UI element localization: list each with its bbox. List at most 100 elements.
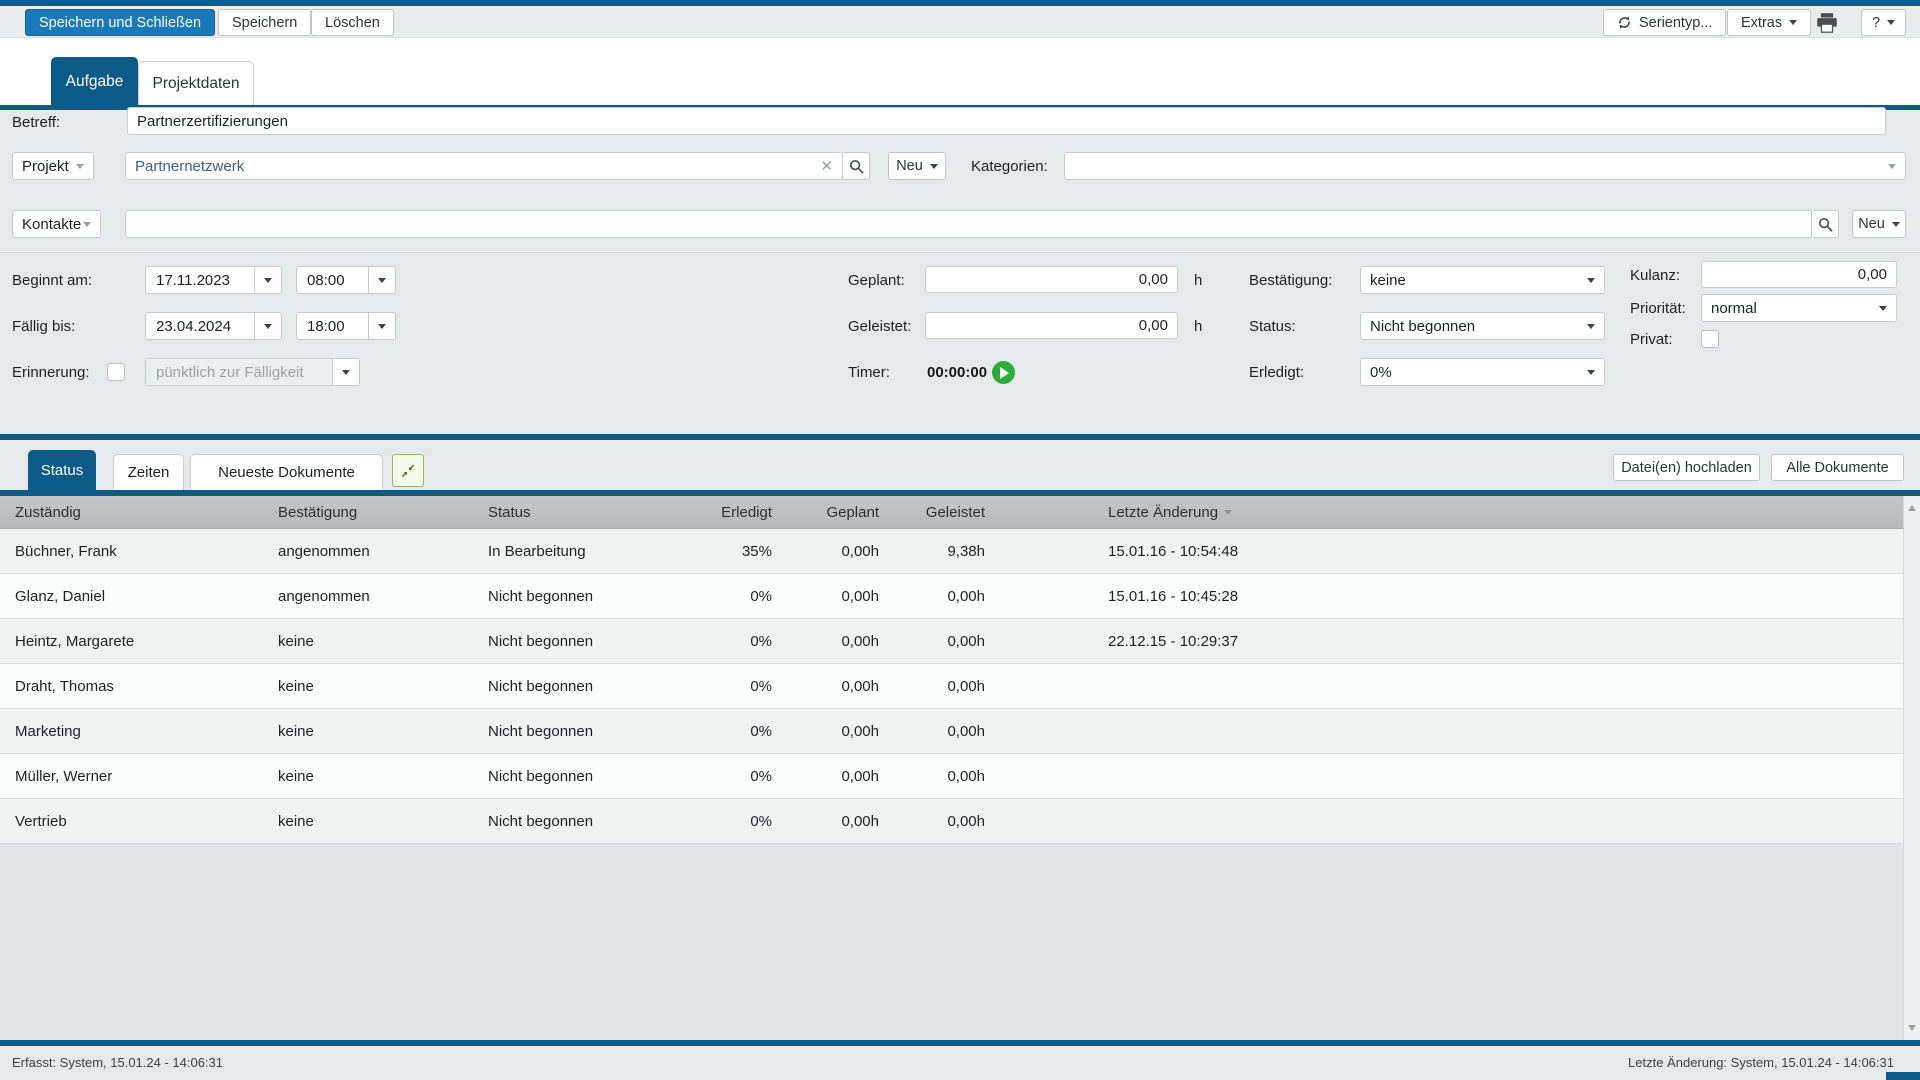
timer-label: Timer: [848, 364, 890, 381]
all-documents-button[interactable]: Alle Dokumente [1771, 454, 1904, 481]
table-row[interactable]: Glanz, Daniel angenommen Nicht begonnen … [0, 574, 1903, 619]
cell-letzte-aenderung: 15.01.16 - 10:54:48 [985, 543, 1903, 560]
column-header-status[interactable]: Status [488, 504, 673, 521]
status-select[interactable]: Nicht begonnen [1360, 312, 1605, 340]
last-modified-info: Letzte Änderung: System, 15.01.24 - 14:0… [1628, 1055, 1894, 1070]
chevron-down-icon [83, 222, 91, 227]
kulanz-input[interactable] [1702, 262, 1896, 287]
cell-geleistet: 0,00h [879, 633, 985, 650]
kontakte-type-label: Kontakte [22, 216, 81, 233]
serientyp-button[interactable]: Serientyp... [1603, 9, 1726, 36]
column-header-letzte-aenderung[interactable]: Letzte Änderung [985, 504, 1903, 521]
save-close-button[interactable]: Speichern und Schließen [25, 9, 215, 36]
projekt-search-button[interactable] [842, 152, 870, 180]
column-header-geplant[interactable]: Geplant [772, 504, 879, 521]
privat-checkbox[interactable] [1701, 330, 1719, 348]
cell-geplant: 0,00h [772, 678, 879, 695]
divider [0, 252, 1920, 253]
projekt-type-select[interactable]: Projekt [12, 152, 94, 180]
beginnt-date-value: 17.11.2023 [146, 267, 254, 293]
subtab-neueste-dokumente[interactable]: Neueste Dokumente [190, 454, 383, 490]
faellig-date-field[interactable]: 23.04.2024 [145, 312, 282, 340]
cell-geleistet: 0,00h [879, 723, 985, 740]
sort-descending-icon [1224, 510, 1232, 515]
help-label: ? [1872, 15, 1880, 31]
tab-projektdaten[interactable]: Projektdaten [138, 61, 254, 105]
main-toolbar: Speichern und Schließen Speichern Lösche… [0, 6, 1920, 38]
privat-label: Privat: [1630, 331, 1673, 348]
geleistet-label: Geleistet: [848, 318, 911, 335]
status-value: Nicht begonnen [1370, 318, 1475, 335]
table-row[interactable]: Heintz, Margarete keine Nicht begonnen 0… [0, 619, 1903, 664]
cell-geplant: 0,00h [772, 813, 879, 830]
cell-bestaetigung: keine [278, 633, 488, 650]
app-window: Speichern und Schließen Speichern Lösche… [0, 0, 1920, 1080]
erinnerung-select[interactable]: pünktlich zur Fälligkeit [145, 358, 360, 386]
kontakte-type-select[interactable]: Kontakte [12, 210, 101, 238]
cell-geplant: 0,00h [772, 633, 879, 650]
faellig-time-picker-button[interactable] [368, 313, 395, 339]
extras-button[interactable]: Extras [1727, 9, 1811, 36]
delete-button[interactable]: Löschen [311, 9, 394, 36]
clear-icon[interactable]: ✕ [820, 159, 833, 174]
subtab-status[interactable]: Status [28, 450, 96, 490]
faellig-date-picker-button[interactable] [254, 313, 281, 339]
column-header-erledigt[interactable]: Erledigt [673, 504, 772, 521]
geleistet-input[interactable] [926, 313, 1177, 338]
chevron-down-button[interactable] [332, 359, 359, 385]
kategorien-select[interactable] [1064, 152, 1906, 180]
save-button[interactable]: Speichern [218, 9, 311, 36]
column-header-bestaetigung[interactable]: Bestätigung [278, 504, 488, 521]
column-header-zustaendig[interactable]: Zuständig [15, 504, 278, 521]
bestaetigung-select[interactable]: keine [1360, 266, 1605, 294]
beginnt-label: Beginnt am: [12, 272, 92, 289]
table-row[interactable]: Marketing keine Nicht begonnen 0% 0,00h … [0, 709, 1903, 754]
beginnt-date-field[interactable]: 17.11.2023 [145, 266, 282, 294]
cell-letzte-aenderung: 22.12.15 - 10:29:37 [985, 633, 1903, 650]
kontakte-neu-button[interactable]: Neu [1852, 210, 1906, 238]
table-row[interactable]: Müller, Werner keine Nicht begonnen 0% 0… [0, 754, 1903, 799]
beginnt-date-picker-button[interactable] [254, 267, 281, 293]
print-button[interactable] [1812, 9, 1842, 36]
column-header-label: Letzte Änderung [1108, 504, 1218, 521]
erledigt-select[interactable]: 0% [1360, 358, 1605, 386]
task-form: Betreff: Projekt Partnernetzwerk ✕ Neu K… [0, 110, 1920, 434]
beginnt-time-picker-button[interactable] [368, 267, 395, 293]
table-row[interactable]: Büchner, Frank angenommen In Bearbeitung… [0, 529, 1903, 574]
table-row[interactable]: Vertrieb keine Nicht begonnen 0% 0,00h 0… [0, 799, 1903, 844]
scroll-up-button[interactable] [1904, 500, 1920, 516]
cell-zustaendig: Büchner, Frank [15, 543, 278, 560]
beginnt-time-field[interactable]: 08:00 [296, 266, 396, 294]
faellig-label: Fällig bis: [12, 318, 75, 335]
timer-play-button[interactable] [992, 361, 1015, 384]
extras-label: Extras [1741, 15, 1782, 31]
scroll-down-button[interactable] [1904, 1020, 1920, 1036]
faellig-time-field[interactable]: 18:00 [296, 312, 396, 340]
prioritaet-select[interactable]: normal [1701, 294, 1897, 322]
upload-files-button[interactable]: Datei(en) hochladen [1613, 454, 1760, 481]
cell-erledigt: 0% [673, 633, 772, 650]
erinnerung-checkbox[interactable] [107, 363, 125, 381]
tab-aufgabe[interactable]: Aufgabe [51, 57, 138, 105]
table-row[interactable]: Draht, Thomas keine Nicht begonnen 0% 0,… [0, 664, 1903, 709]
collapse-panel-button[interactable] [392, 454, 424, 487]
subtab-zeiten[interactable]: Zeiten [113, 454, 184, 490]
betreff-input[interactable] [128, 108, 1885, 134]
help-button[interactable]: ? [1861, 9, 1906, 36]
kulanz-label: Kulanz: [1630, 267, 1680, 284]
vertical-scrollbar[interactable] [1903, 496, 1920, 1040]
geleistet-unit: h [1194, 318, 1202, 335]
projekt-input[interactable]: Partnernetzwerk ✕ [125, 152, 843, 180]
resize-grip [1886, 1072, 1920, 1080]
geplant-input[interactable] [926, 267, 1177, 292]
cell-bestaetigung: keine [278, 813, 488, 830]
cell-zustaendig: Heintz, Margarete [15, 633, 278, 650]
projekt-neu-button[interactable]: Neu [888, 152, 946, 180]
geplant-label: Geplant: [848, 272, 905, 289]
column-header-geleistet[interactable]: Geleistet [879, 504, 985, 521]
chevron-down-icon [264, 324, 272, 329]
table-header-row: Zuständig Bestätigung Status Erledigt Ge… [0, 496, 1903, 529]
kontakte-input[interactable] [126, 211, 1811, 237]
cell-erledigt: 0% [673, 678, 772, 695]
kontakte-search-button[interactable] [1811, 210, 1839, 238]
